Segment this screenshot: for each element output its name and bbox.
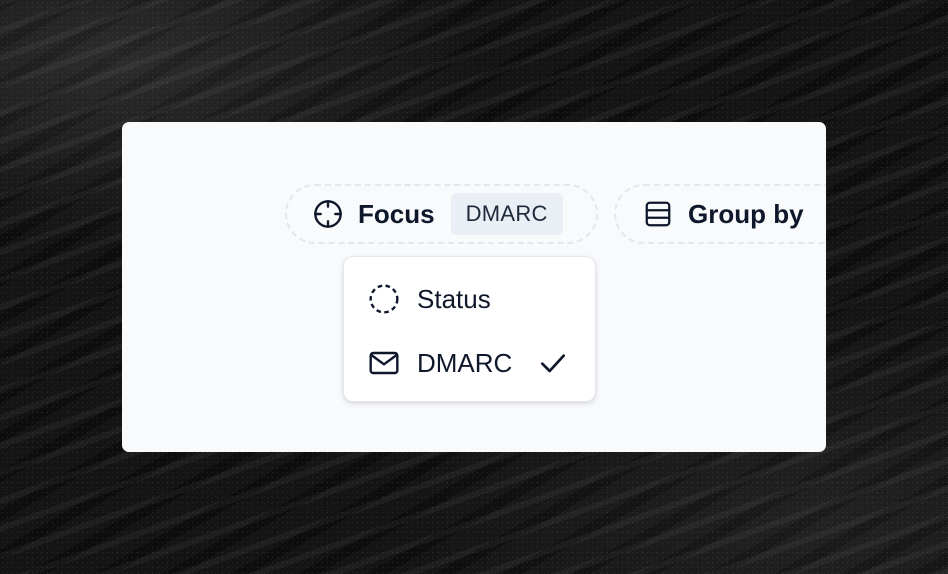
- filter-panel: Focus DMARC Group by Status DMARC: [122, 122, 826, 452]
- menu-item-dmarc[interactable]: DMARC: [344, 335, 595, 391]
- focus-label: Focus: [358, 198, 435, 229]
- menu-item-label: Status: [417, 283, 491, 314]
- group-by-button[interactable]: Group by: [614, 184, 826, 244]
- mail-icon: [368, 347, 400, 379]
- dashed-circle-icon: [368, 283, 400, 315]
- check-icon: [541, 354, 565, 373]
- rows-icon: [641, 197, 675, 231]
- focus-filter-button[interactable]: Focus DMARC: [285, 184, 598, 244]
- group-by-label: Group by: [688, 198, 804, 229]
- menu-item-label: DMARC: [417, 347, 513, 378]
- crosshair-icon: [311, 197, 345, 231]
- menu-item-status[interactable]: Status: [344, 271, 595, 327]
- focus-selected-badge: DMARC: [450, 193, 563, 235]
- focus-dropdown-menu: Status DMARC: [343, 256, 596, 402]
